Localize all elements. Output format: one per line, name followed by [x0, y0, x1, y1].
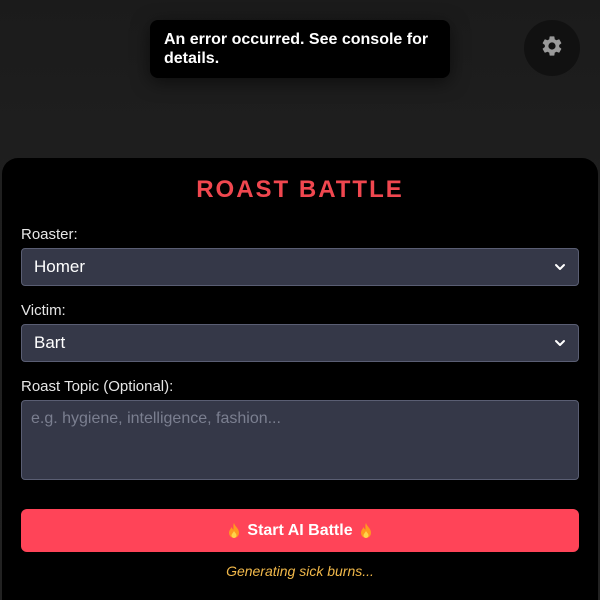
- roaster-select[interactable]: Homer: [21, 248, 579, 286]
- fire-icon: [360, 522, 371, 538]
- roast-topic-input[interactable]: [21, 400, 579, 480]
- victim-label: Victim:: [21, 302, 66, 319]
- roast-topic-label: Roast Topic (Optional):: [21, 378, 174, 395]
- start-battle-button[interactable]: Start AI Battle: [21, 509, 579, 552]
- roaster-label: Roaster:: [21, 226, 78, 243]
- error-toast-message: An error occurred. See console for detai…: [164, 31, 429, 67]
- victim-select[interactable]: Bart: [21, 324, 579, 362]
- settings-button[interactable]: [524, 20, 580, 76]
- error-toast: An error occurred. See console for detai…: [150, 20, 450, 78]
- victim-select-value: Bart: [34, 333, 66, 352]
- chevron-down-icon: [555, 264, 565, 270]
- fire-icon: [229, 522, 240, 538]
- chevron-down-icon: [555, 340, 565, 346]
- status-message: Generating sick burns...: [226, 563, 374, 579]
- start-battle-label: Start AI Battle: [247, 521, 353, 539]
- app-screen: An error occurred. See console for detai…: [0, 0, 600, 600]
- page-title: ROAST BATTLE: [196, 176, 404, 203]
- gear-icon: [540, 34, 564, 63]
- roaster-select-value: Homer: [34, 257, 86, 276]
